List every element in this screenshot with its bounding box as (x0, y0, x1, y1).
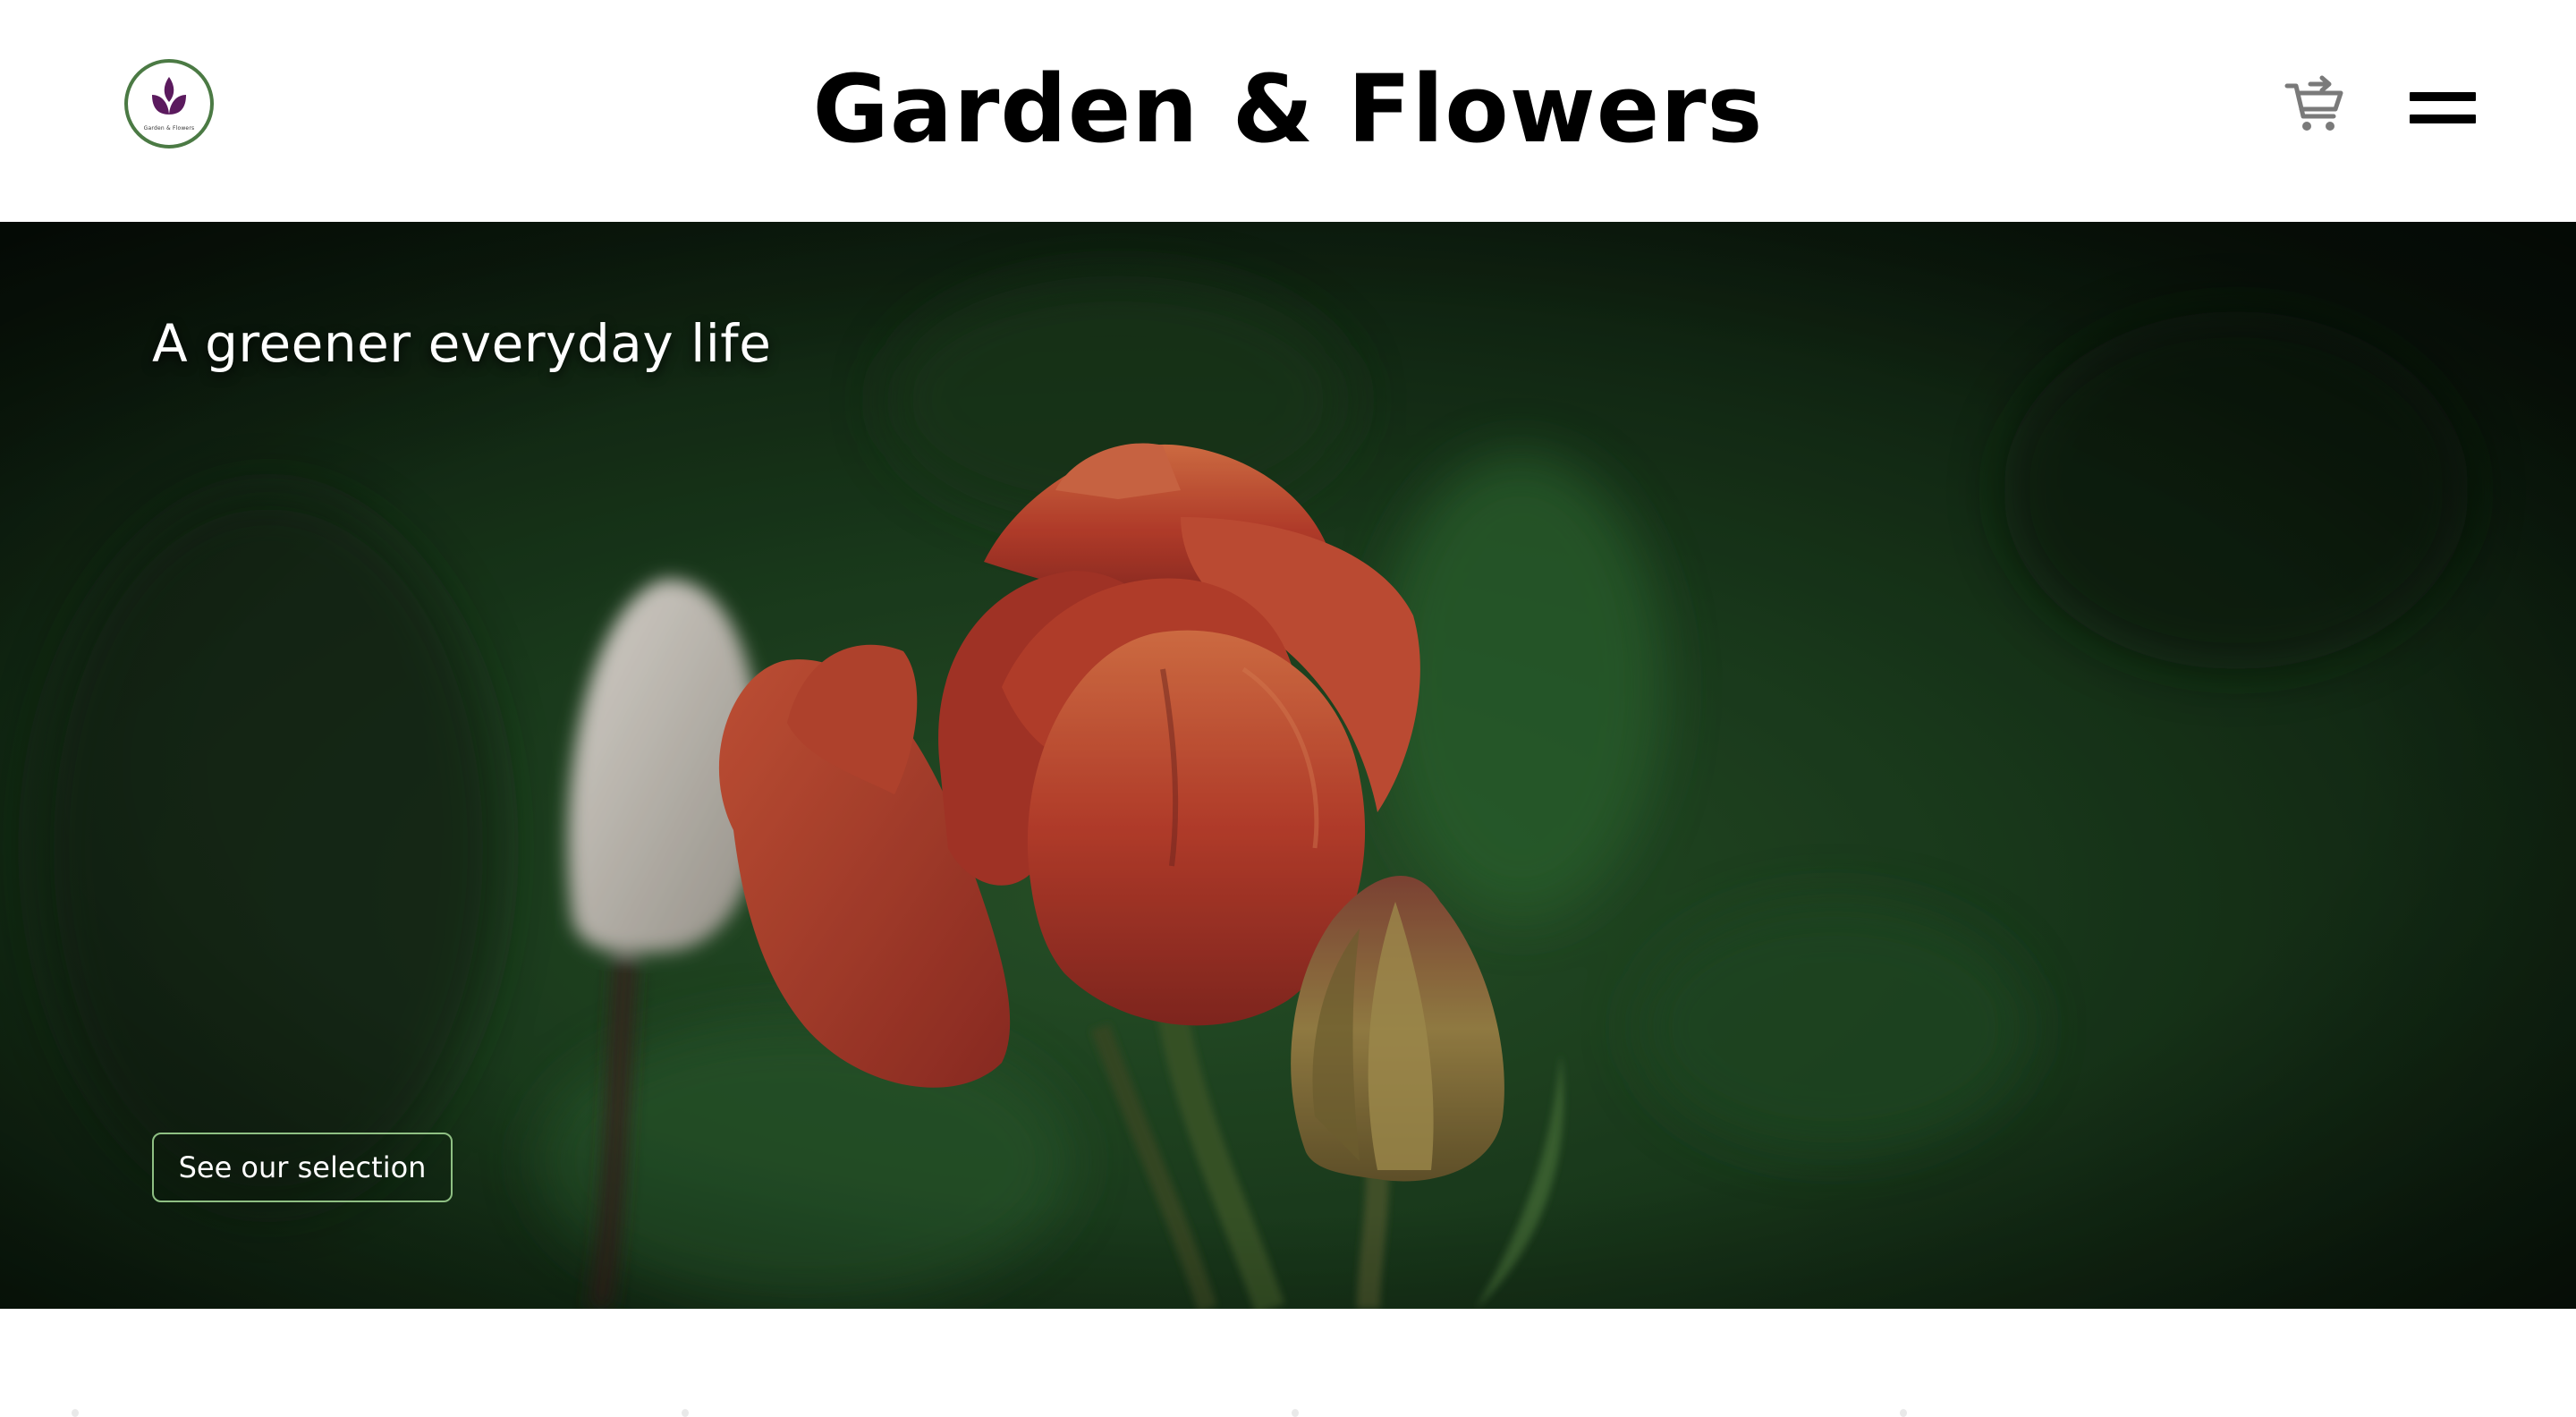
menu-button[interactable] (2410, 89, 2476, 129)
menu-bar (2410, 92, 2476, 101)
site-header: Garden & Flowers Garden & Flowers (0, 0, 2576, 222)
see-selection-button[interactable]: See our selection (152, 1133, 453, 1202)
add-to-cart-icon (2284, 75, 2343, 131)
product-section (0, 1309, 2576, 1417)
card-shadow (72, 1409, 79, 1417)
cart-button[interactable] (2284, 73, 2346, 136)
hero-tagline: A greener everyday life (152, 313, 772, 374)
hero-banner: A greener everyday life See our selectio… (0, 222, 2576, 1309)
card-shadow (682, 1409, 689, 1417)
card-shadow (1900, 1409, 1907, 1417)
site-title: Garden & Flowers (812, 55, 1764, 164)
menu-bar (2410, 115, 2476, 123)
card-shadow (1292, 1409, 1299, 1417)
